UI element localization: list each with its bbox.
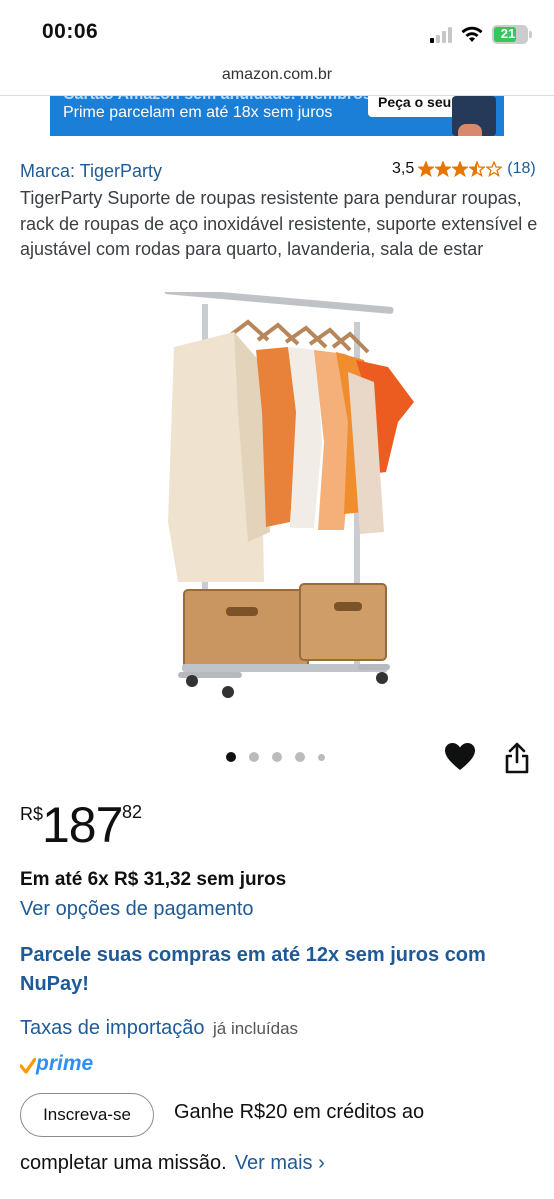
wifi-icon <box>461 26 483 42</box>
price-fraction: 82 <box>122 802 143 822</box>
heart-icon[interactable] <box>444 742 476 772</box>
promo-banner[interactable]: Cartão Amazon sem anuidade. membros Prim… <box>50 96 504 136</box>
signup-button[interactable]: Inscreva-se <box>20 1093 154 1137</box>
battery-level: 21 <box>500 26 516 41</box>
promo-text-line-1: Ganhe R$20 em créditos ao <box>174 1101 425 1123</box>
status-bar: 00:06 21 <box>0 0 554 62</box>
image-carousel-dots[interactable] <box>226 752 338 762</box>
carousel-dot[interactable] <box>249 752 259 762</box>
url-bar[interactable]: amazon.com.br <box>0 62 554 96</box>
star-empty-icon <box>486 161 503 177</box>
brand-link[interactable]: Marca: TigerParty <box>20 161 162 182</box>
rating[interactable]: 3,5 (18) <box>392 160 536 178</box>
nupay-offer[interactable]: Parcele suas compras em até 12x sem juro… <box>20 941 530 999</box>
rating-value: 3,5 <box>392 160 415 177</box>
cellular-signal-icon <box>430 27 452 43</box>
carousel-dot[interactable] <box>318 753 325 761</box>
star-half-icon <box>469 161 486 177</box>
star-full-icon <box>418 161 435 177</box>
prime-label: prime <box>36 1052 94 1075</box>
import-fees-note: já incluídas <box>213 1019 299 1038</box>
star-full-icon <box>452 161 469 177</box>
product-title: TigerParty Suporte de roupas resistente … <box>20 188 538 259</box>
url-text[interactable]: amazon.com.br <box>0 66 554 84</box>
import-fees: Taxas de importação já incluídas <box>20 1017 298 1040</box>
banner-line-2: Prime parcelam em até 18x sem juros <box>63 104 333 121</box>
price-currency: R$ <box>20 804 44 824</box>
clothing-rack-image[interactable] <box>138 292 418 702</box>
banner-line-1: Cartão Amazon sem anuidade. membros <box>63 96 372 104</box>
star-full-icon <box>435 161 452 177</box>
price-whole: 187 <box>42 797 123 853</box>
carousel-dot[interactable] <box>272 752 282 762</box>
installments-text: Em até 6x R$ 31,32 sem juros <box>20 869 287 890</box>
import-fees-link[interactable]: Taxas de importação <box>20 1017 205 1039</box>
payment-options-link[interactable]: Ver opções de pagamento <box>20 898 254 921</box>
battery-icon: 21 <box>492 25 528 44</box>
rating-stars <box>418 161 503 177</box>
carousel-dot[interactable] <box>295 752 305 762</box>
hand-icon <box>458 124 482 136</box>
share-icon[interactable] <box>504 742 530 774</box>
see-more-link[interactable]: Ver mais › <box>235 1152 325 1174</box>
prime-check-icon <box>20 1058 36 1074</box>
status-time: 00:06 <box>42 20 99 43</box>
carousel-dot[interactable] <box>226 752 236 762</box>
promo-text-line-2-label: completar uma missão. <box>20 1152 227 1174</box>
promo-text-line-2: completar uma missão. Ver mais › <box>20 1152 325 1175</box>
rating-count[interactable]: (18) <box>507 160 535 178</box>
